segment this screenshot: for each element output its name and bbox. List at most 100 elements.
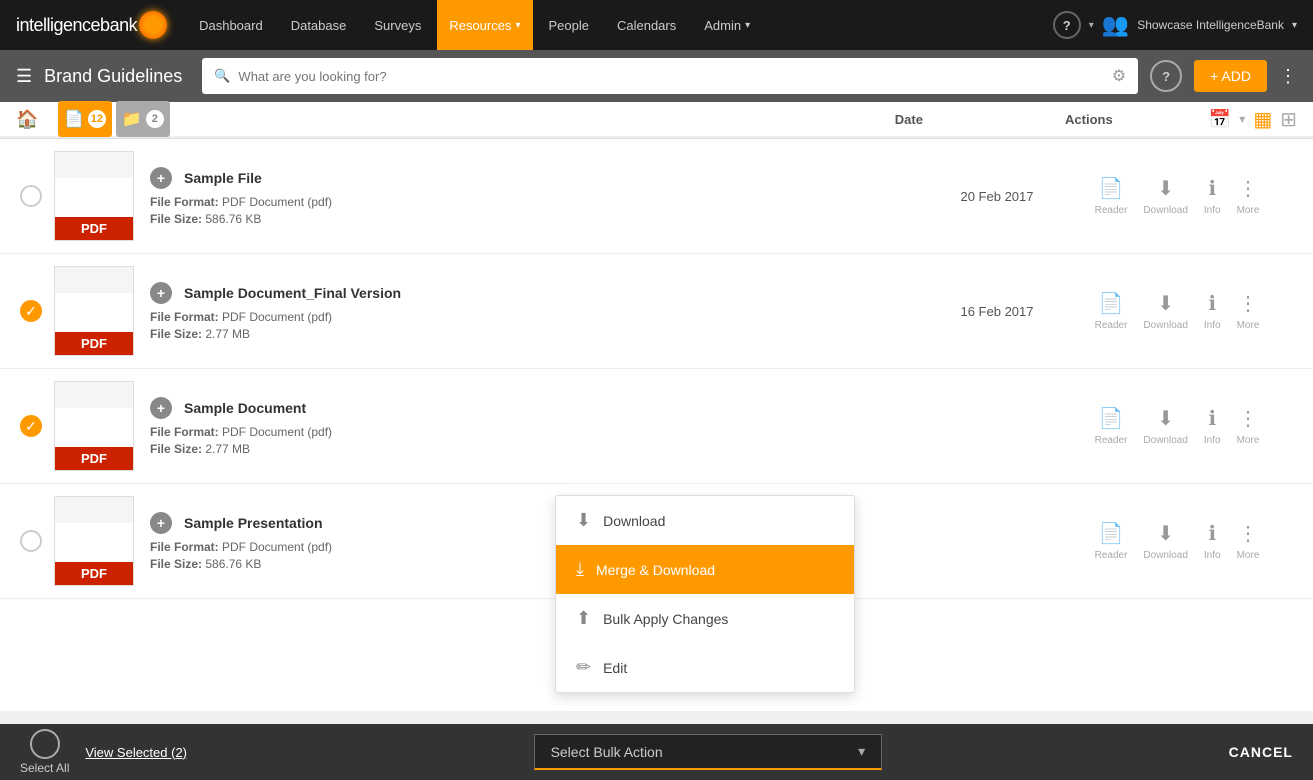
list-view-icon[interactable]: ▦ [1253, 107, 1272, 132]
files-tab[interactable]: 📄 12 [58, 101, 112, 137]
info-button[interactable]: ℹ Info [1204, 176, 1221, 216]
more-icon: ⋮ [1238, 406, 1258, 431]
download-button[interactable]: ⬇ Download [1143, 406, 1187, 446]
upload-icon: ⬆ [576, 608, 591, 629]
nav-database[interactable]: Database [279, 0, 359, 50]
bulk-action-select[interactable]: Select Bulk Action ▾ [534, 734, 883, 770]
more-button[interactable]: ⋮ More [1237, 521, 1260, 561]
file-date: 20 Feb 2017 [937, 189, 1057, 204]
reader-button[interactable]: 📄 Reader [1095, 521, 1128, 561]
nav-admin[interactable]: Admin ▾ [692, 0, 762, 50]
home-icon: 🏠 [16, 109, 38, 129]
checkbox[interactable] [20, 530, 42, 552]
dropdown-item-merge-download[interactable]: ⤓ Merge & Download [556, 545, 854, 594]
add-to-collection-button[interactable]: + [150, 512, 172, 534]
table-row: ✓ PDF + Sample Document_Final Version Fi… [0, 254, 1313, 369]
download-button[interactable]: ⬇ Download [1143, 521, 1187, 561]
add-to-collection-button[interactable]: + [150, 167, 172, 189]
file-format: File Format: PDF Document (pdf) [150, 195, 937, 209]
user-icon: 👥 [1102, 12, 1129, 38]
table-row: ✓ PDF + Sample Document File Format: PDF… [0, 369, 1313, 484]
checkbox[interactable]: ✓ [20, 415, 42, 437]
file-format: File Format: PDF Document (pdf) [150, 310, 937, 324]
reader-button[interactable]: 📄 Reader [1095, 406, 1128, 446]
nav-people[interactable]: People [537, 0, 601, 50]
checkbox[interactable] [20, 185, 42, 207]
secondary-toolbar: ☰ Brand Guidelines 🔍 ⚙ ? + ADD ⋮ [0, 50, 1313, 102]
download-button[interactable]: ⬇ Download [1143, 291, 1187, 331]
nav-right-area: ? ▾ 👥 Showcase IntelligenceBank ▾ [1053, 11, 1297, 39]
bottom-toolbar: Select All View Selected (2) Select Bulk… [0, 724, 1313, 780]
dropdown-item-label: Merge & Download [596, 562, 715, 578]
search-input[interactable] [238, 69, 1103, 84]
dropdown-item-bulk-apply[interactable]: ⬆ Bulk Apply Changes [556, 594, 854, 643]
bulk-action-placeholder: Select Bulk Action [551, 744, 663, 760]
grid-view-icon[interactable]: ⊞ [1280, 107, 1297, 132]
download-icon: ⬇ [1157, 176, 1174, 201]
dropdown-item-label: Download [603, 513, 665, 529]
logo[interactable]: intelligencebank [16, 11, 167, 39]
add-to-collection-button[interactable]: + [150, 397, 172, 419]
row-checkbox-4[interactable] [16, 530, 46, 552]
row-checkbox-1[interactable] [16, 185, 46, 207]
file-size: File Size: 586.76 KB [150, 212, 937, 226]
dropdown-item-download[interactable]: ⬇ Download [556, 496, 854, 545]
file-info: + Sample File File Format: PDF Document … [150, 167, 937, 226]
file-name: Sample Document [184, 400, 306, 416]
chevron-down-icon: ▾ [1292, 20, 1297, 31]
user-name: Showcase IntelligenceBank [1137, 18, 1284, 32]
merge-icon: ⤓ [576, 559, 584, 580]
file-actions: 📄 Reader ⬇ Download ℹ Info ⋮ More [1057, 291, 1297, 331]
cancel-button[interactable]: CANCEL [1229, 744, 1293, 760]
checkbox[interactable]: ✓ [20, 300, 42, 322]
add-button[interactable]: + ADD [1194, 60, 1267, 92]
file-date: 16 Feb 2017 [937, 304, 1057, 319]
more-options-icon[interactable]: ⋮ [1279, 66, 1297, 87]
info-button[interactable]: ℹ Info [1204, 521, 1221, 561]
help-circle-button[interactable]: ? [1150, 60, 1182, 92]
more-button[interactable]: ⋮ More [1237, 406, 1260, 446]
row-checkbox-2[interactable]: ✓ [16, 300, 46, 322]
reader-icon: 📄 [1099, 521, 1124, 546]
filter-icon[interactable]: ⚙ [1112, 66, 1126, 86]
file-size: File Size: 2.77 MB [150, 442, 937, 456]
add-to-collection-button[interactable]: + [150, 282, 172, 304]
nav-calendars[interactable]: Calendars [605, 0, 688, 50]
more-button[interactable]: ⋮ More [1237, 176, 1260, 216]
files-count-badge: 12 [88, 110, 106, 128]
home-icon-btn[interactable]: 🏠 [16, 109, 46, 130]
file-thumbnail: PDF [54, 381, 134, 471]
chevron-down-icon: ▾ [745, 20, 750, 31]
help-button[interactable]: ? [1053, 11, 1081, 39]
dropdown-item-edit[interactable]: ✏ Edit [556, 643, 854, 692]
nav-dashboard[interactable]: Dashboard [187, 0, 275, 50]
actions-column-header: Actions [969, 112, 1209, 127]
file-info: + Sample Document File Format: PDF Docum… [150, 397, 937, 456]
table-row: PDF + Sample File File Format: PDF Docum… [0, 139, 1313, 254]
search-icon: 🔍 [214, 68, 230, 84]
logo-sun-icon [139, 11, 167, 39]
reader-button[interactable]: 📄 Reader [1095, 291, 1128, 331]
folders-tab[interactable]: 📁 2 [116, 101, 170, 137]
reader-icon: 📄 [1099, 291, 1124, 316]
info-icon: ℹ [1208, 406, 1216, 431]
info-button[interactable]: ℹ Info [1204, 291, 1221, 331]
info-icon: ℹ [1208, 291, 1216, 316]
nav-surveys[interactable]: Surveys [362, 0, 433, 50]
view-selected-button[interactable]: View Selected (2) [85, 745, 187, 760]
hamburger-icon[interactable]: ☰ [16, 66, 32, 87]
chevron-down-icon[interactable]: ▾ [1239, 112, 1245, 126]
calendar-view-icon[interactable]: 📅 [1209, 109, 1231, 130]
file-name: Sample Presentation [184, 515, 323, 531]
nav-resources[interactable]: Resources ▾ [437, 0, 532, 50]
info-button[interactable]: ℹ Info [1204, 406, 1221, 446]
search-container: 🔍 ⚙ [202, 58, 1138, 94]
select-all-button[interactable] [30, 729, 60, 759]
reader-button[interactable]: 📄 Reader [1095, 176, 1128, 216]
more-button[interactable]: ⋮ More [1237, 291, 1260, 331]
download-button[interactable]: ⬇ Download [1143, 176, 1187, 216]
row-checkbox-3[interactable]: ✓ [16, 415, 46, 437]
more-icon: ⋮ [1238, 521, 1258, 546]
download-icon: ⬇ [1157, 291, 1174, 316]
file-name: Sample File [184, 170, 262, 186]
